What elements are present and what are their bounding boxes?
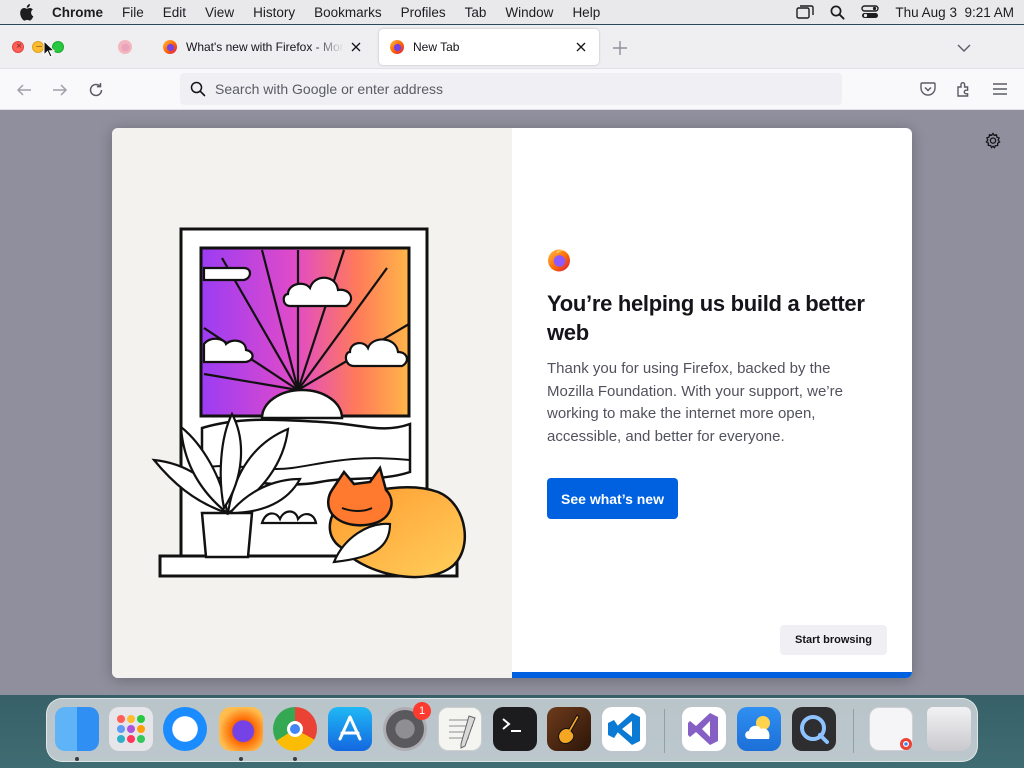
welcome-dialog: You’re helping us build a better web Tha… — [112, 128, 912, 678]
menu-tab[interactable]: Tab — [465, 5, 487, 20]
welcome-copy: You’re helping us build a better web Tha… — [547, 248, 867, 448]
dock-terminal-icon[interactable] — [493, 707, 537, 751]
tab-close-button[interactable] — [348, 39, 364, 55]
fox-in-window-illustration — [151, 227, 466, 579]
visual-studio-logo-icon — [688, 713, 718, 745]
dock-visual-studio-icon[interactable] — [682, 707, 726, 751]
new-tab-plus-icon[interactable] — [611, 39, 629, 57]
list-all-tabs-chevron-icon[interactable] — [956, 41, 972, 55]
terminal-prompt-icon — [502, 718, 521, 732]
onboarding-progress-bar — [512, 672, 912, 678]
dock-app-store-icon[interactable] — [328, 707, 372, 751]
tab-close-button[interactable] — [573, 39, 589, 55]
dialog-title: You’re helping us build a better web — [547, 291, 865, 345]
extensions-icon[interactable] — [955, 80, 973, 98]
textedit-pen-icon — [449, 715, 476, 749]
see-whats-new-button[interactable]: See what’s new — [547, 478, 678, 519]
launchpad-grid-icon — [117, 715, 145, 743]
app-menu-icon[interactable] — [991, 80, 1009, 98]
dock-vscode-icon[interactable] — [602, 707, 646, 751]
menu-bookmarks[interactable]: Bookmarks — [314, 5, 382, 20]
address-bar[interactable] — [180, 73, 842, 105]
search-icon — [190, 81, 206, 97]
reload-icon[interactable] — [87, 81, 105, 99]
chrome-center-icon — [287, 721, 303, 737]
dock-garageband-icon[interactable] — [547, 707, 591, 751]
page-content-overlay: You’re helping us build a better web Tha… — [0, 110, 1024, 695]
vscode-logo-icon — [608, 713, 640, 745]
dock-quicktime-icon[interactable] — [792, 707, 836, 751]
guitar-icon — [558, 714, 580, 744]
dock-running-indicator — [293, 757, 297, 761]
address-input[interactable] — [215, 81, 842, 97]
dock — [46, 698, 978, 762]
apple-menu-icon[interactable] — [18, 3, 34, 21]
menu-history[interactable]: History — [253, 5, 295, 20]
dock-firefox-icon[interactable] — [219, 707, 263, 751]
navigation-toolbar — [0, 69, 1024, 110]
tab-whats-new[interactable]: What's new with Firefox - More — [152, 29, 374, 65]
window-fox-illustration — [112, 128, 512, 678]
tab-title: New Tab — [413, 40, 460, 54]
forward-arrow-icon[interactable] — [51, 81, 69, 99]
dock-finder-icon[interactable] — [55, 707, 99, 751]
firefox-icon — [390, 40, 404, 54]
menubar-status-area: Thu Aug 3 9:21 AM — [796, 5, 1014, 20]
menu-edit[interactable]: Edit — [163, 5, 186, 20]
dock-launchpad-icon[interactable] — [109, 707, 153, 751]
pocket-icon[interactable] — [919, 80, 937, 98]
menu-bar: Chrome File Edit View History Bookmarks … — [0, 0, 1024, 24]
back-arrow-icon[interactable] — [15, 81, 33, 99]
dock-chrome-icon[interactable] — [273, 707, 317, 751]
window-close-button[interactable]: × — [12, 41, 24, 53]
dock-weather-icon[interactable] — [737, 707, 781, 751]
menu-view[interactable]: View — [205, 5, 234, 20]
dock-textedit-icon[interactable] — [438, 707, 482, 751]
dialog-body: Thank you for using Firefox, backed by t… — [547, 360, 843, 445]
dock-safari-icon[interactable] — [163, 707, 207, 751]
app-store-a-icon — [338, 715, 362, 741]
dock-separator — [853, 709, 854, 753]
gear-icon[interactable] — [984, 132, 1002, 150]
cloud-sun-icon — [745, 716, 770, 739]
tab-new-tab[interactable]: New Tab — [379, 29, 599, 65]
close-icon — [351, 42, 361, 52]
close-icon: × — [16, 41, 22, 52]
menu-profiles[interactable]: Profiles — [401, 5, 446, 20]
progress-fill — [512, 672, 912, 678]
menu-app-name[interactable]: Chrome — [52, 5, 103, 20]
control-center-icon[interactable] — [861, 5, 880, 19]
menu-window[interactable]: Window — [505, 5, 553, 20]
close-icon — [576, 42, 586, 52]
menu-file[interactable]: File — [122, 5, 144, 20]
firefox-logo-icon — [548, 249, 570, 272]
browser-window: × – What's new with Firefox - More New T… — [0, 25, 1024, 695]
tab-title: What's new with Firefox - More — [186, 40, 344, 54]
dock-downloads-stack-icon[interactable] — [869, 707, 913, 751]
tab-strip: × – What's new with Firefox - More New T… — [0, 25, 1024, 69]
stage-manager-icon[interactable] — [796, 5, 815, 19]
quicktime-q-icon — [800, 715, 829, 744]
menu-help[interactable]: Help — [572, 5, 600, 20]
firefox-icon — [163, 40, 177, 54]
dock-separator — [664, 709, 665, 753]
dock-trash-icon[interactable] — [927, 707, 971, 751]
dock-running-indicator — [75, 757, 79, 761]
chrome-installer-thumbnail-icon — [900, 738, 912, 750]
system-settings-badge: 1 — [413, 702, 431, 720]
menubar-clock[interactable]: Thu Aug 3 9:21 AM — [895, 5, 1014, 20]
mouse-cursor-icon — [43, 40, 55, 58]
pinned-tab-firefox-icon[interactable] — [117, 39, 133, 55]
spotlight-search-icon[interactable] — [830, 5, 845, 20]
start-browsing-button[interactable]: Start browsing — [780, 625, 887, 655]
dock-running-indicator — [239, 757, 243, 761]
